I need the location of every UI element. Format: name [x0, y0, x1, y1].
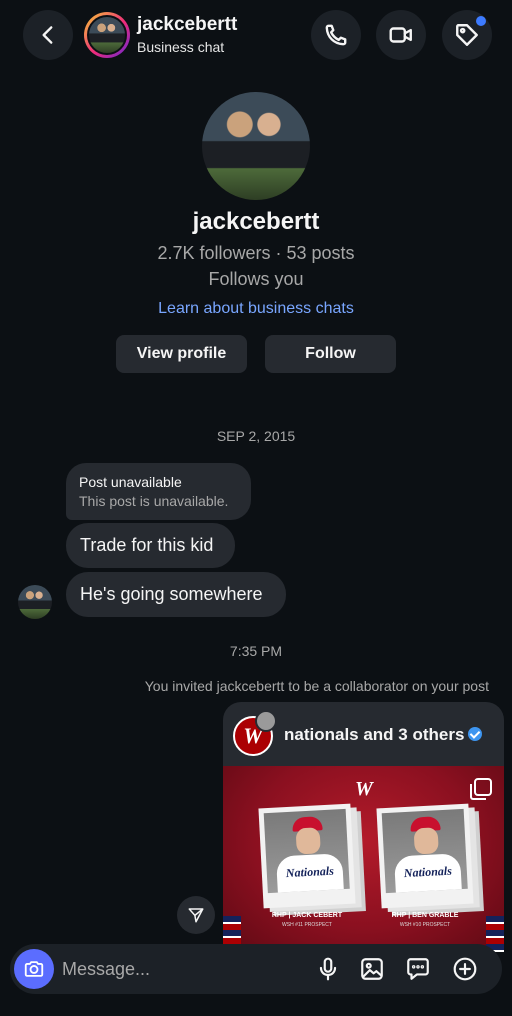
- carousel-icon: [470, 778, 492, 800]
- more-button[interactable]: [451, 955, 479, 983]
- learn-business-chats-link[interactable]: Learn about business chats: [0, 300, 512, 318]
- voice-message-button[interactable]: [314, 955, 342, 983]
- collaborator-avatar: [255, 710, 277, 732]
- header-avatar[interactable]: [84, 12, 130, 58]
- gallery-icon: [361, 958, 383, 980]
- post-unavailable-subtitle: This post is unavailable.: [79, 493, 229, 509]
- profile-name: jackcebertt: [192, 208, 320, 235]
- plus-icon: [453, 957, 477, 981]
- follows-you-label: Follows you: [208, 269, 304, 289]
- shared-post-image[interactable]: W Nationals RHP | JACK CEBERT WSH #11 PR…: [223, 766, 504, 952]
- player-card: Nationals: [258, 803, 356, 909]
- camera-icon: [24, 961, 44, 977]
- collaborator-invite-note: You invited jackcebertt to be a collabor…: [144, 678, 489, 694]
- shared-post-card[interactable]: W nationals and 3 others W Nationals RHP…: [223, 702, 504, 952]
- message-composer: [10, 944, 502, 994]
- send-icon: [188, 908, 204, 923]
- shared-post-header[interactable]: W nationals and 3 others: [223, 702, 504, 766]
- player-subcaption: WSH #11 PROSPECT: [282, 922, 332, 928]
- message-text: He's going somewhere: [80, 584, 263, 604]
- header-subtitle: Business chat: [137, 39, 225, 55]
- nationals-w-logo: W: [355, 778, 373, 800]
- label-button[interactable]: [442, 10, 492, 60]
- message-bubble[interactable]: Trade for this kid: [66, 523, 235, 568]
- profile-avatar[interactable]: [202, 92, 310, 200]
- message-input[interactable]: [62, 952, 282, 986]
- message-bubble[interactable]: He's going somewhere: [66, 572, 286, 617]
- back-arrow-icon: [42, 26, 53, 44]
- video-call-button[interactable]: [376, 10, 426, 60]
- unavailable-post-bubble[interactable]: Post unavailable This post is unavailabl…: [66, 463, 251, 520]
- player-card: Nationals: [376, 803, 474, 909]
- player-caption: RHP | BEN GRABLE: [391, 912, 459, 919]
- player-caption: RHP | JACK CEBERT: [271, 912, 343, 919]
- shared-post-title: nationals and 3 others: [284, 725, 483, 745]
- notification-dot: [476, 16, 486, 26]
- microphone-icon: [319, 957, 337, 981]
- follow-button[interactable]: Follow: [265, 335, 396, 373]
- video-camera-icon: [389, 27, 412, 43]
- player-subcaption: WSH #10 PROSPECT: [399, 922, 451, 928]
- back-button[interactable]: [23, 10, 73, 60]
- header-username[interactable]: jackcebertt: [137, 14, 237, 36]
- phone-icon: [325, 24, 347, 46]
- sticker-button[interactable]: [404, 955, 432, 983]
- share-button[interactable]: [177, 896, 215, 934]
- gallery-button[interactable]: [358, 955, 386, 983]
- verified-badge-icon: [468, 727, 483, 741]
- sticker-icon: [407, 958, 429, 980]
- profile-stats: 2.7K followers · 53 posts: [157, 243, 355, 263]
- post-unavailable-title: Post unavailable: [79, 474, 182, 490]
- nationals-logo: W: [233, 710, 277, 756]
- tag-icon: [456, 24, 478, 46]
- camera-button[interactable]: [14, 949, 54, 989]
- view-profile-button[interactable]: View profile: [116, 335, 247, 373]
- time-separator: 7:35 PM: [229, 643, 283, 659]
- date-separator: SEP 2, 2015: [216, 428, 296, 444]
- message-text: Trade for this kid: [80, 535, 214, 555]
- sender-avatar[interactable]: [18, 585, 52, 619]
- voice-call-button[interactable]: [311, 10, 361, 60]
